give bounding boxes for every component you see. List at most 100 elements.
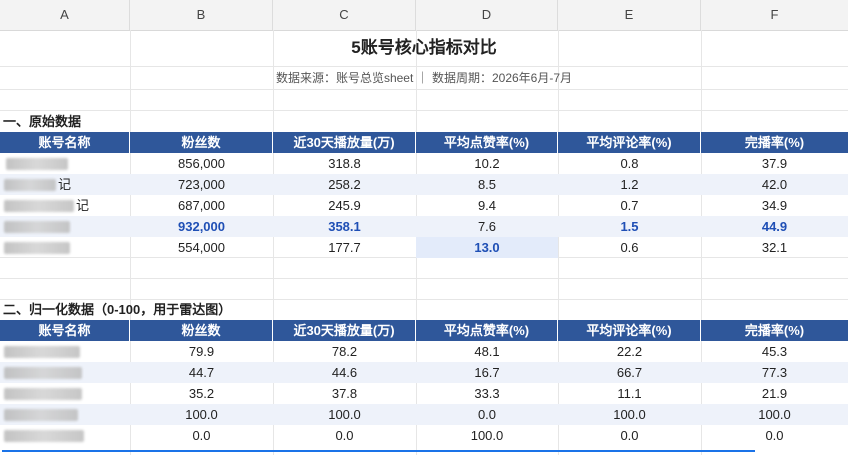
sheet-subtitle: 数据来源：账号总览sheet ｜ 数据周期：2026年6月-7月 [275, 71, 573, 85]
account-name-tail: 记 [76, 198, 90, 213]
cell-completion-rate[interactable]: 100.0 [701, 404, 848, 425]
cell-like-rate[interactable]: 8.5 [416, 174, 558, 195]
redacted-account-name [4, 388, 82, 400]
header-account-name[interactable]: 账号名称 [0, 132, 130, 153]
cell-plays[interactable]: 78.2 [273, 341, 416, 362]
table-row[interactable]: 856,000 318.8 10.2 0.8 37.9 [0, 153, 848, 174]
cell-comment-rate[interactable]: 0.6 [558, 237, 701, 258]
header-comment-rate[interactable]: 平均评论率(%) [558, 132, 701, 153]
cell-comment-rate[interactable]: 1.5 [558, 216, 701, 237]
table-row[interactable]: 44.7 44.6 16.7 66.7 77.3 [0, 362, 848, 383]
redacted-account-name [4, 221, 70, 233]
cell-comment-rate[interactable]: 22.2 [558, 341, 701, 362]
header-completion-rate[interactable]: 完播率(%) [701, 132, 848, 153]
table-row[interactable]: 记 687,000 245.9 9.4 0.7 34.9 [0, 195, 848, 216]
table-row[interactable]: 79.9 78.2 48.1 22.2 45.3 [0, 341, 848, 362]
cell-followers[interactable]: 932,000 [130, 216, 273, 237]
table-header-normalized: 账号名称 粉丝数 近30天播放量(万) 平均点赞率(%) 平均评论率(%) 完播… [0, 320, 848, 341]
table-header-raw: 账号名称 粉丝数 近30天播放量(万) 平均点赞率(%) 平均评论率(%) 完播… [0, 132, 848, 153]
header-plays-30d[interactable]: 近30天播放量(万) [273, 132, 416, 153]
cell-plays[interactable]: 177.7 [273, 237, 416, 258]
cell-completion-rate[interactable]: 32.1 [701, 237, 848, 258]
cell-plays[interactable]: 318.8 [273, 153, 416, 174]
cell-plays[interactable]: 0.0 [273, 425, 416, 446]
redacted-account-name [4, 409, 78, 421]
table-row[interactable]: 932,000 358.1 7.6 1.5 44.9 [0, 216, 848, 237]
redacted-account-name [4, 367, 82, 379]
column-header-bar: A B C D E F [0, 0, 848, 31]
cell-followers[interactable]: 79.9 [130, 341, 273, 362]
section-heading-normalized: 二、归一化数据（0-100，用于雷达图） [3, 302, 232, 317]
cell-completion-rate[interactable]: 34.9 [701, 195, 848, 216]
cell-like-rate[interactable]: 10.2 [416, 153, 558, 174]
cell-followers[interactable]: 100.0 [130, 404, 273, 425]
cell-like-rate[interactable]: 100.0 [416, 425, 558, 446]
header-like-rate[interactable]: 平均点赞率(%) [416, 320, 558, 341]
cell-comment-rate[interactable]: 1.2 [558, 174, 701, 195]
cell-like-rate[interactable]: 0.0 [416, 404, 558, 425]
cell-like-rate[interactable]: 48.1 [416, 341, 558, 362]
column-header-b[interactable]: B [130, 0, 273, 30]
column-header-c[interactable]: C [273, 0, 416, 30]
table-row[interactable]: 554,000 177.7 13.0 0.6 32.1 [0, 237, 848, 258]
cell-comment-rate[interactable]: 66.7 [558, 362, 701, 383]
gridline [0, 110, 848, 111]
cell-plays[interactable]: 37.8 [273, 383, 416, 404]
sheet-title: 5账号核心指标对比 [351, 38, 497, 57]
cell-followers[interactable]: 44.7 [130, 362, 273, 383]
header-followers[interactable]: 粉丝数 [130, 320, 273, 341]
table-row[interactable]: 35.2 37.8 33.3 11.1 21.9 [0, 383, 848, 404]
redacted-account-name [4, 430, 84, 442]
cell-comment-rate[interactable]: 0.7 [558, 195, 701, 216]
cell-comment-rate[interactable]: 11.1 [558, 383, 701, 404]
cell-like-rate[interactable]: 9.4 [416, 195, 558, 216]
cell-plays[interactable]: 100.0 [273, 404, 416, 425]
cell-plays[interactable]: 258.2 [273, 174, 416, 195]
table-row[interactable]: 记 723,000 258.2 8.5 1.2 42.0 [0, 174, 848, 195]
cell-comment-rate[interactable]: 0.8 [558, 153, 701, 174]
header-account-name[interactable]: 账号名称 [0, 320, 130, 341]
redacted-account-name [4, 179, 56, 191]
header-followers[interactable]: 粉丝数 [130, 132, 273, 153]
cell-like-rate[interactable]: 13.0 [416, 237, 558, 258]
column-header-f[interactable]: F [701, 0, 848, 30]
cell-completion-rate[interactable]: 37.9 [701, 153, 848, 174]
gridline [0, 89, 848, 90]
cell-followers[interactable]: 0.0 [130, 425, 273, 446]
cell-like-rate[interactable]: 7.6 [416, 216, 558, 237]
header-completion-rate[interactable]: 完播率(%) [701, 320, 848, 341]
cell-plays[interactable]: 245.9 [273, 195, 416, 216]
cell-followers[interactable]: 687,000 [130, 195, 273, 216]
selection-range-border [2, 450, 755, 456]
column-header-e[interactable]: E [558, 0, 701, 30]
cell-like-rate[interactable]: 33.3 [416, 383, 558, 404]
cell-followers[interactable]: 723,000 [130, 174, 273, 195]
cell-followers[interactable]: 554,000 [130, 237, 273, 258]
cell-like-rate[interactable]: 16.7 [416, 362, 558, 383]
cell-completion-rate[interactable]: 77.3 [701, 362, 848, 383]
cell-completion-rate[interactable]: 45.3 [701, 341, 848, 362]
cell-comment-rate[interactable]: 100.0 [558, 404, 701, 425]
cell-completion-rate[interactable]: 44.9 [701, 216, 848, 237]
table-row[interactable]: 100.0 100.0 0.0 100.0 100.0 [0, 404, 848, 425]
cell-completion-rate[interactable]: 42.0 [701, 174, 848, 195]
section-heading-raw: 一、原始数据 [3, 114, 82, 129]
cell-completion-rate[interactable]: 21.9 [701, 383, 848, 404]
redacted-account-name [6, 158, 68, 170]
cell-plays[interactable]: 44.6 [273, 362, 416, 383]
header-plays-30d[interactable]: 近30天播放量(万) [273, 320, 416, 341]
cell-followers[interactable]: 856,000 [130, 153, 273, 174]
redacted-account-name [4, 200, 74, 212]
cell-comment-rate[interactable]: 0.0 [558, 425, 701, 446]
cell-completion-rate[interactable]: 0.0 [701, 425, 848, 446]
gridline [0, 278, 848, 279]
cell-plays[interactable]: 358.1 [273, 216, 416, 237]
table-row[interactable]: 0.0 0.0 100.0 0.0 0.0 [0, 425, 848, 446]
header-like-rate[interactable]: 平均点赞率(%) [416, 132, 558, 153]
column-header-d[interactable]: D [416, 0, 558, 30]
column-header-a[interactable]: A [0, 0, 130, 30]
redacted-account-name [4, 242, 70, 254]
cell-followers[interactable]: 35.2 [130, 383, 273, 404]
header-comment-rate[interactable]: 平均评论率(%) [558, 320, 701, 341]
spreadsheet-sheet: A B C D E F 5账号核心指标对比 数据来源：账号总览sheet ｜ 数… [0, 0, 848, 455]
